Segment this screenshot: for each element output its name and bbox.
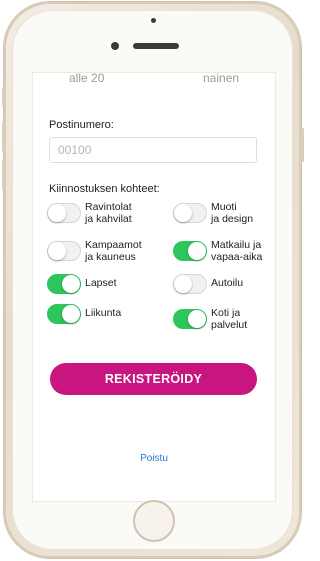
toggle-knob [62, 305, 80, 323]
interest-toggle[interactable] [173, 203, 207, 223]
toggle-knob [174, 204, 192, 222]
toggle-knob [48, 204, 66, 222]
mute-switch [2, 88, 5, 106]
interest-label-line1: Lapset [85, 277, 117, 289]
interest-toggle[interactable] [47, 203, 81, 223]
front-camera [111, 42, 119, 50]
interest-label: Autoilu [211, 277, 243, 289]
earpiece-speaker [133, 43, 179, 49]
interest-label-line2: ja kahvilat [85, 213, 132, 225]
app-screen: alle 20 nainen Postinumero: 00100 Kiinno… [32, 72, 276, 502]
interest-item: Kampaamot ja kauneus [47, 239, 157, 269]
interest-toggle[interactable] [47, 274, 81, 294]
interest-toggle[interactable] [47, 304, 81, 324]
volume-down-button [2, 160, 5, 190]
interest-label: Lapset [85, 277, 117, 289]
toggle-knob [188, 242, 206, 260]
interest-item: Koti ja palvelut [173, 307, 275, 337]
interest-label-line1: Kampaamot [85, 239, 142, 251]
interests-title: Kiinnostuksen kohteet: [49, 183, 160, 195]
interest-label-line2: vapaa-aika [211, 251, 263, 263]
logout-link[interactable]: Poistu [33, 453, 275, 464]
toggle-knob [48, 242, 66, 260]
interest-toggle[interactable] [173, 309, 207, 329]
postal-code-label: Postinumero: [49, 119, 114, 131]
interest-item: Lapset [47, 274, 157, 307]
interest-label: Ravintolat ja kahvilat [85, 201, 132, 225]
interest-label-line1: Matkailu ja [211, 239, 262, 251]
toggle-knob [174, 275, 192, 293]
power-button [301, 128, 304, 162]
toggle-knob [62, 275, 80, 293]
interest-label-line1: Autoilu [211, 277, 244, 289]
interest-label-line1: Koti ja [211, 307, 241, 319]
interest-toggle[interactable] [47, 241, 81, 261]
interest-item: Muoti ja design [173, 201, 275, 231]
interest-label-line2: ja design [211, 213, 254, 225]
volume-up-button [2, 122, 5, 152]
interest-label-line1: Muoti [211, 201, 237, 213]
interest-label-line2: palvelut [211, 319, 248, 331]
interest-label: Liikunta [85, 307, 121, 319]
interest-label-line1: Ravintolat [85, 201, 132, 213]
interest-label: Koti ja palvelut [211, 307, 247, 331]
postal-code-input[interactable]: 00100 [49, 137, 257, 163]
interest-item: Ravintolat ja kahvilat [47, 201, 157, 231]
interest-label: Matkailu ja vapaa-aika [211, 239, 262, 263]
register-button[interactable]: REKISTERÖIDY [50, 363, 257, 395]
proximity-sensor [151, 18, 156, 23]
toggle-knob [188, 310, 206, 328]
age-value[interactable]: alle 20 [69, 73, 104, 85]
interest-label: Muoti ja design [211, 201, 253, 225]
interest-item: Matkailu ja vapaa-aika [173, 239, 275, 269]
gender-value[interactable]: nainen [203, 73, 239, 85]
profile-row: alle 20 nainen [33, 73, 275, 87]
interest-toggle[interactable] [173, 274, 207, 294]
interest-item: Liikunta [47, 304, 157, 337]
interest-label-line2: ja kauneus [85, 251, 136, 263]
interest-item: Autoilu [173, 274, 275, 307]
interest-label-line1: Liikunta [85, 307, 122, 319]
interest-toggle[interactable] [173, 241, 207, 261]
home-button[interactable] [133, 500, 175, 542]
interest-label: Kampaamot ja kauneus [85, 239, 142, 263]
